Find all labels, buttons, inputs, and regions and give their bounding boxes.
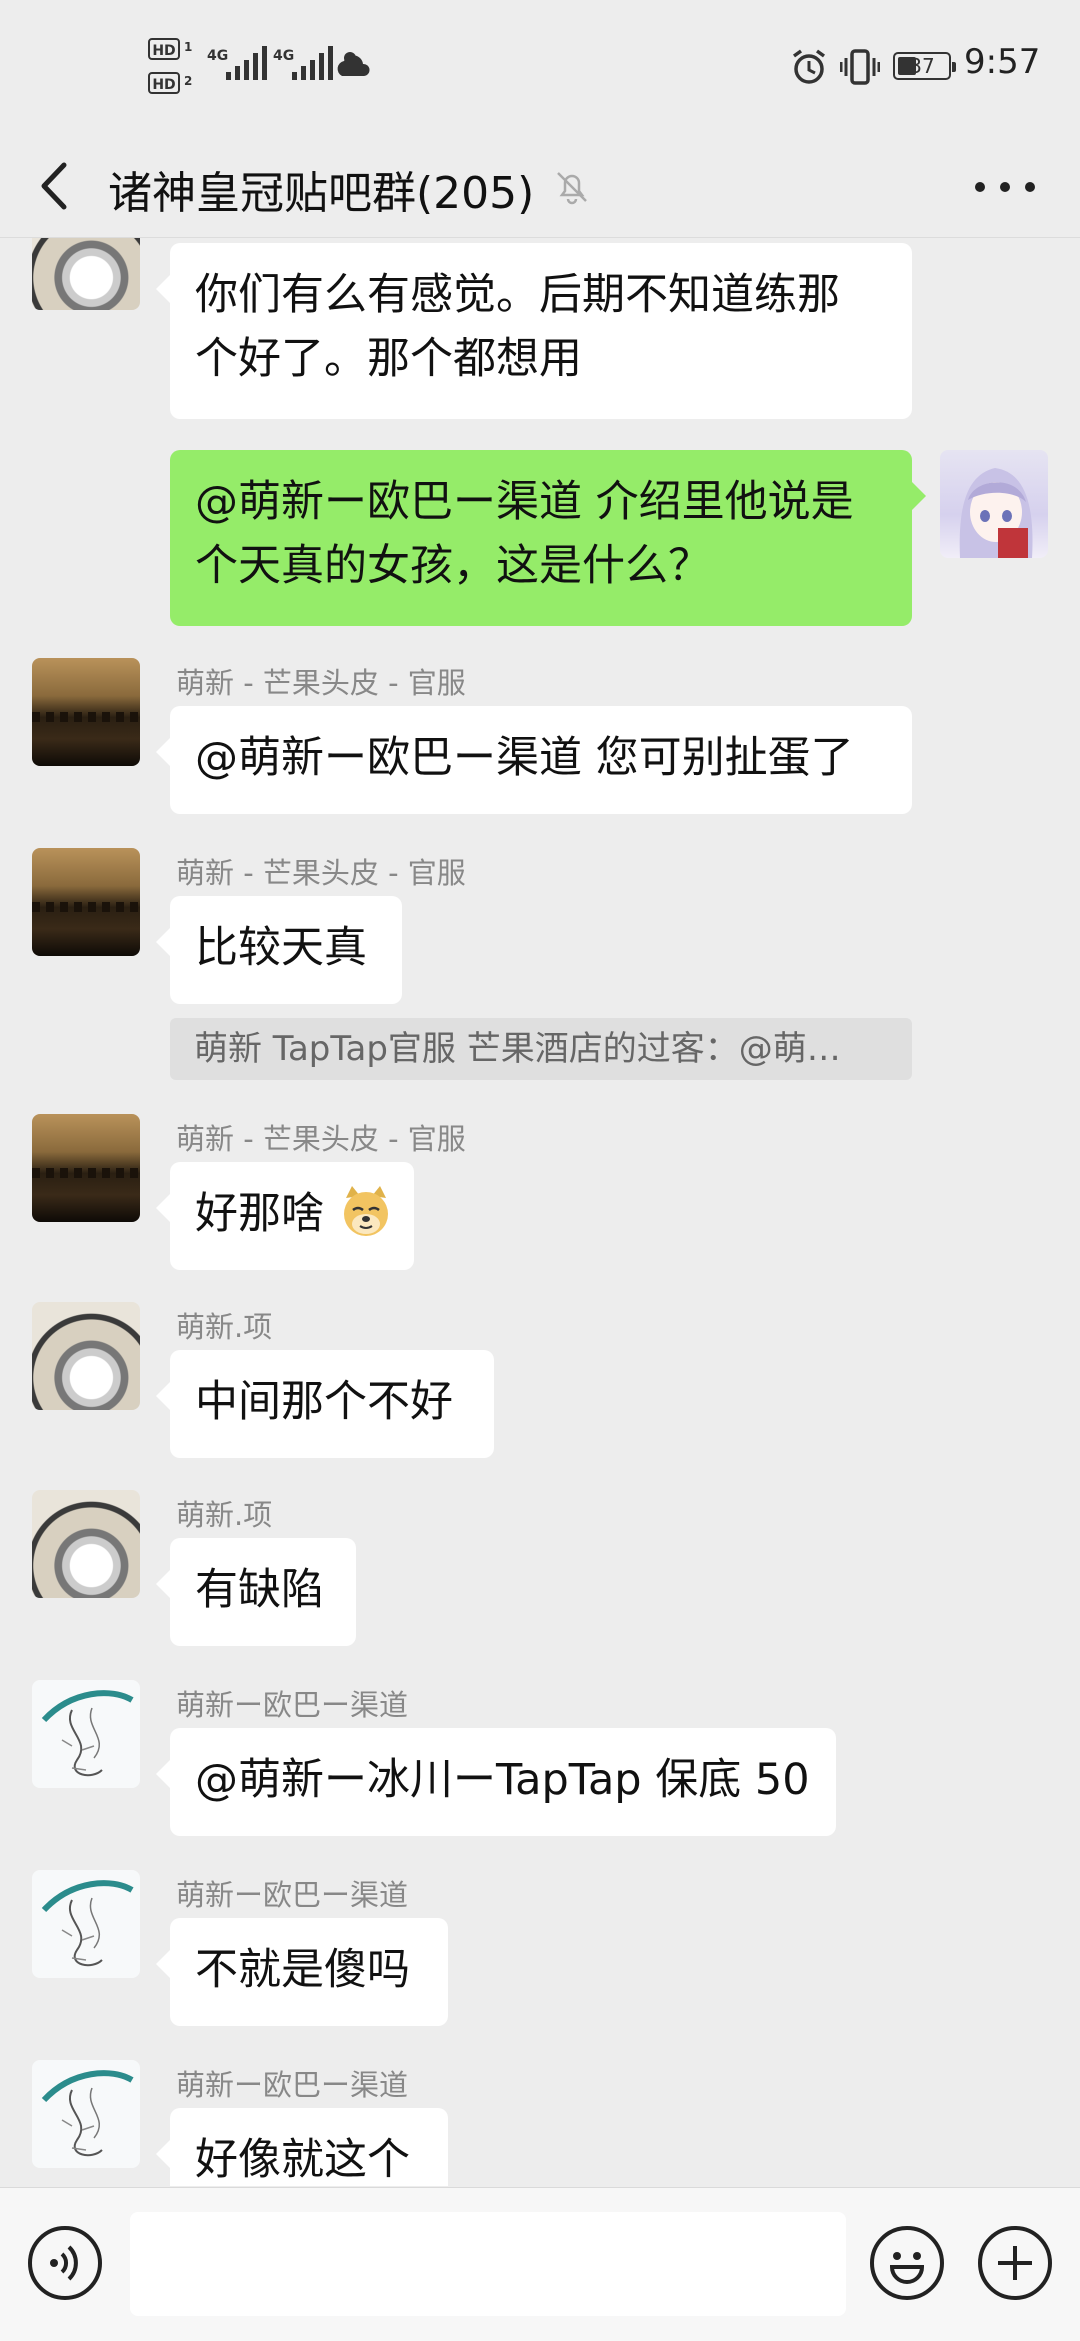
alarm-icon	[790, 48, 828, 90]
message-text: 个好了。那个都想用	[195, 334, 582, 384]
more-functions-button[interactable]	[978, 2226, 1052, 2300]
sketch-art-icon	[41, 1690, 134, 1777]
sender-name: 萌新 - 芒果头皮 - 官服	[176, 666, 466, 700]
vibrate-icon	[839, 48, 881, 90]
hd-voice-icon: HD	[148, 38, 180, 60]
chevron-left-icon	[41, 162, 67, 210]
quoted-message[interactable]: 萌新 TapTap官服 芒果酒店的过客：@萌…	[170, 1018, 912, 1080]
message-text: 中间那个不好	[195, 1377, 453, 1427]
avatar-sketch[interactable]	[32, 1680, 140, 1788]
status-bar: HD 1 HD 2 4G 4G 37 9:57	[0, 0, 1080, 135]
battery-icon: 37	[893, 52, 956, 80]
avatar-watch[interactable]	[32, 238, 140, 310]
message-bubble[interactable]: 好那啥	[156, 1162, 414, 1270]
message-bubble[interactable]: 不就是傻吗	[156, 1918, 448, 2026]
avatar-sunset[interactable]	[32, 658, 140, 766]
bell-off-icon	[552, 167, 592, 211]
my-avatar[interactable]	[940, 450, 1048, 558]
message-bubble[interactable]: 有缺陷	[156, 1538, 356, 1646]
sender-name: 萌新 - 芒果头皮 - 官服	[176, 856, 466, 890]
avatar-sketch[interactable]	[32, 2060, 140, 2168]
chat-title[interactable]: 诸神皇冠贴吧群(205)	[108, 157, 534, 221]
sender-name: 萌新ー欧巴ー渠道	[176, 1688, 409, 1722]
voice-button[interactable]	[28, 2226, 102, 2300]
status-time: 9:57	[964, 42, 1041, 82]
message-text: 有缺陷	[195, 1565, 324, 1615]
weather-cloud-icon	[336, 48, 374, 82]
hd-voice-icon-2: HD	[148, 72, 180, 94]
signal-1-icon	[226, 46, 267, 80]
message-input[interactable]	[130, 2212, 846, 2316]
sender-name: 萌新.项	[176, 1310, 273, 1344]
sketch-art-icon	[41, 1880, 134, 1967]
message-text: 不就是傻吗	[195, 1945, 410, 1995]
message-text: 个天真的女孩，这是什么？	[195, 541, 711, 591]
signal-2-icon	[292, 46, 333, 80]
avatar-sketch[interactable]	[32, 1870, 140, 1978]
message-text: @萌新ー欧巴ー渠道 介绍里他说是	[195, 477, 854, 527]
smile-icon	[889, 2252, 925, 2284]
sender-name: 萌新 - 芒果头皮 - 官服	[176, 1122, 466, 1156]
message-bubble[interactable]: 好像就这个	[156, 2108, 448, 2186]
avatar-sunset[interactable]	[32, 1114, 140, 1222]
message-text: 你们有么有感觉。后期不知道练那	[195, 270, 840, 320]
plus-icon	[998, 2246, 1032, 2280]
input-bar	[0, 2187, 1080, 2341]
battery-level: 37	[909, 54, 935, 78]
sender-name: 萌新.项	[176, 1498, 273, 1532]
message-text: 比较天真	[195, 923, 367, 973]
avatar-sunset[interactable]	[32, 848, 140, 956]
message-bubble[interactable]: 比较天真	[156, 896, 402, 1004]
avatar-watch[interactable]	[32, 1490, 140, 1598]
more-options-button[interactable]	[975, 163, 1035, 211]
chat-header: 诸神皇冠贴吧群(205)	[0, 135, 1080, 238]
anime-girl-icon	[959, 468, 1033, 558]
message-bubble[interactable]: 中间那个不好	[156, 1350, 494, 1458]
message-text: @萌新ー欧巴ー渠道 您可别扯蛋了	[195, 733, 854, 783]
sketch-art-icon	[41, 2070, 134, 2157]
sim1-index: 1	[184, 40, 193, 54]
sender-name: 萌新ー欧巴ー渠道	[176, 2068, 409, 2102]
message-list[interactable]: 你们有么有感觉。后期不知道练那 个好了。那个都想用 @萌新ー欧巴ー渠道 介绍里他…	[0, 238, 1080, 2186]
avatar-watch[interactable]	[32, 1302, 140, 1410]
message-bubble[interactable]: @萌新ー冰川ーTapTap 保底 50	[156, 1728, 836, 1836]
message-bubble[interactable]: 你们有么有感觉。后期不知道练那 个好了。那个都想用	[156, 243, 912, 419]
message-text: 好那啥	[195, 1189, 324, 1239]
sender-name: 萌新ー欧巴ー渠道	[176, 1878, 409, 1912]
message-bubble[interactable]: @萌新ー欧巴ー渠道 您可别扯蛋了	[156, 706, 912, 814]
back-button[interactable]	[30, 157, 80, 215]
message-text: 好像就这个	[195, 2135, 410, 2185]
sim2-index: 2	[184, 74, 193, 88]
message-text: @萌新ー冰川ーTapTap 保底 50	[195, 1755, 810, 1805]
doge-emoji-icon	[343, 1186, 388, 1236]
my-message-bubble[interactable]: @萌新ー欧巴ー渠道 介绍里他说是 个天真的女孩，这是什么？	[170, 450, 926, 626]
emoji-button[interactable]	[870, 2226, 944, 2300]
voice-icon	[50, 2245, 78, 2281]
